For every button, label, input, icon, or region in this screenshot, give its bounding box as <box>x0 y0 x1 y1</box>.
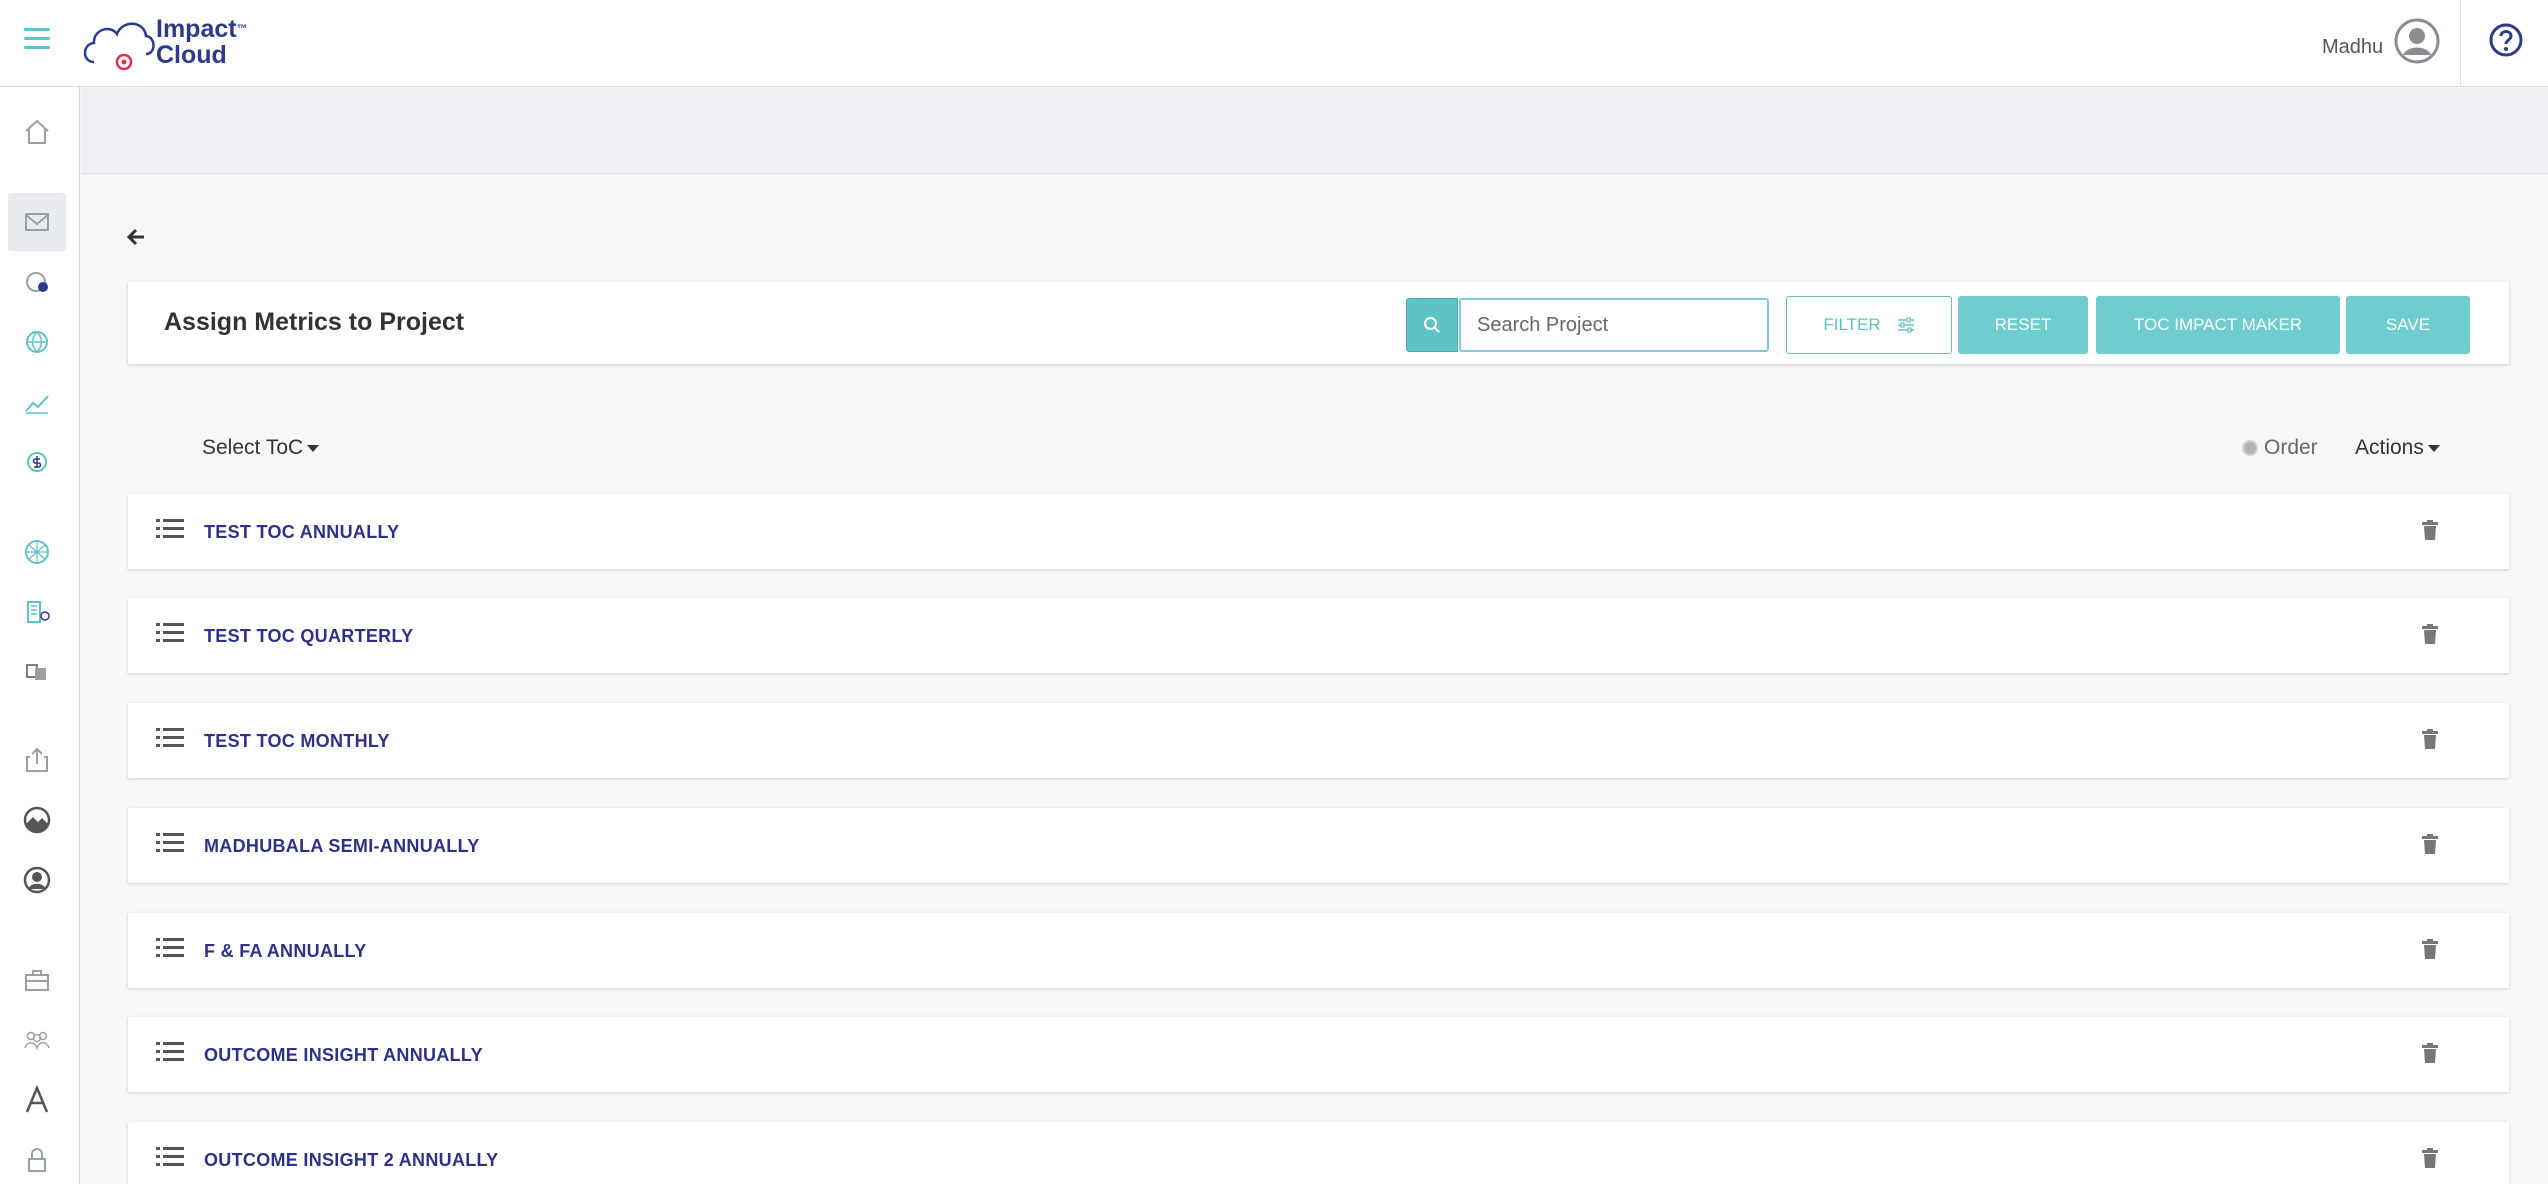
brand-trademark: ™ <box>236 23 248 35</box>
search-project-input[interactable] <box>1459 298 1769 352</box>
filter-button[interactable]: FILTER <box>1786 296 1952 354</box>
trash-icon[interactable] <box>2422 939 2438 959</box>
world-network-icon[interactable] <box>20 535 54 569</box>
brand-name: Impact™ Cloud <box>156 16 248 68</box>
select-toc-label: Select ToC <box>202 436 304 459</box>
list-icon[interactable] <box>156 1146 184 1168</box>
top-bar: Impact™ Cloud Madhu <box>0 0 2548 87</box>
page-title: Assign Metrics to Project <box>164 308 465 336</box>
actions-dropdown[interactable]: Actions <box>2355 436 2440 460</box>
sidebar <box>0 87 80 1184</box>
user-avatar-icon[interactable] <box>2394 18 2440 64</box>
cloud-logo-icon <box>83 22 155 71</box>
sliders-icon <box>1897 317 1914 333</box>
list-icon[interactable] <box>156 622 184 644</box>
list-icon[interactable] <box>156 518 184 540</box>
list-icon[interactable] <box>156 1041 184 1063</box>
list-icon[interactable] <box>156 937 184 959</box>
filter-button-label: FILTER <box>1823 315 1881 334</box>
trash-icon[interactable] <box>2422 520 2438 540</box>
question-circle-icon[interactable] <box>2488 22 2524 58</box>
dollar-circle-icon[interactable] <box>20 445 54 479</box>
trash-icon[interactable] <box>2422 1043 2438 1063</box>
inbox-icon[interactable] <box>20 205 54 239</box>
toc-row[interactable]: OUTCOME INSIGHT 2 ANNUALLY <box>128 1122 2509 1184</box>
sub-header-band <box>81 88 2548 174</box>
radio-dot-icon <box>2242 440 2258 456</box>
upload-icon[interactable] <box>20 743 54 777</box>
toc-row[interactable]: F & FA ANNUALLY <box>128 913 2509 988</box>
list-icon[interactable] <box>156 727 184 749</box>
translate-icon[interactable] <box>20 655 54 689</box>
toc-row-label[interactable]: TEST TOC QUARTERLY <box>204 626 413 647</box>
trend-chart-icon[interactable] <box>20 385 54 419</box>
landscape-circle-icon[interactable] <box>20 803 54 837</box>
brand-line-1: Impact <box>156 15 237 43</box>
save-button[interactable]: SAVE <box>2346 296 2470 354</box>
trash-icon[interactable] <box>2422 729 2438 749</box>
toc-row-label[interactable]: TEST TOC ANNUALLY <box>204 522 399 543</box>
font-icon[interactable] <box>20 1083 54 1117</box>
users-group-icon[interactable] <box>20 1023 54 1057</box>
home-icon[interactable] <box>20 115 54 149</box>
toc-row-label[interactable]: TEST TOC MONTHLY <box>204 731 390 752</box>
globe-icon[interactable] <box>20 325 54 359</box>
order-label: Order <box>2264 436 2318 459</box>
page-header-card: Assign Metrics to Project FILTER RESET T… <box>128 282 2509 364</box>
reset-button[interactable]: RESET <box>1958 296 2088 354</box>
select-toc-dropdown[interactable]: Select ToC <box>202 436 320 460</box>
briefcase-icon[interactable] <box>20 963 54 997</box>
toc-row[interactable]: TEST TOC ANNUALLY <box>128 494 2509 569</box>
user-circle-icon[interactable] <box>20 863 54 897</box>
lock-icon[interactable] <box>20 1143 54 1177</box>
building-icon[interactable] <box>20 595 54 629</box>
user-name[interactable]: Madhu <box>2322 36 2383 59</box>
trash-icon[interactable] <box>2422 1148 2438 1168</box>
toc-impact-maker-button[interactable]: TOC IMPACT MAKER <box>2096 296 2340 354</box>
toc-row-label[interactable]: OUTCOME INSIGHT 2 ANNUALLY <box>204 1150 498 1171</box>
toc-row-label[interactable]: F & FA ANNUALLY <box>204 941 367 962</box>
list-icon[interactable] <box>156 832 184 854</box>
caret-down-icon <box>307 444 320 452</box>
actions-label: Actions <box>2355 436 2424 459</box>
help-area <box>2460 0 2548 87</box>
brand-line-2: Cloud <box>156 41 227 69</box>
order-toggle[interactable]: Order <box>2242 436 2318 460</box>
hamburger-menu-icon[interactable] <box>24 28 50 50</box>
arrow-left-icon[interactable] <box>124 224 150 250</box>
trash-icon[interactable] <box>2422 834 2438 854</box>
toc-row-label[interactable]: MADHUBALA SEMI-ANNUALLY <box>204 836 480 857</box>
toc-row[interactable]: TEST TOC QUARTERLY <box>128 598 2509 673</box>
toc-row-label[interactable]: OUTCOME INSIGHT ANNUALLY <box>204 1045 483 1066</box>
caret-down-icon <box>2427 444 2440 452</box>
trash-icon[interactable] <box>2422 624 2438 644</box>
impact-cloud-logo[interactable]: Impact™ Cloud <box>80 10 260 74</box>
search-button[interactable] <box>1406 298 1458 352</box>
toc-row[interactable]: OUTCOME INSIGHT ANNUALLY <box>128 1017 2509 1092</box>
search-icon <box>1424 317 1440 333</box>
toc-row[interactable]: TEST TOC MONTHLY <box>128 703 2509 778</box>
chart-pie-icon[interactable] <box>20 265 54 299</box>
toc-row[interactable]: MADHUBALA SEMI-ANNUALLY <box>128 808 2509 883</box>
